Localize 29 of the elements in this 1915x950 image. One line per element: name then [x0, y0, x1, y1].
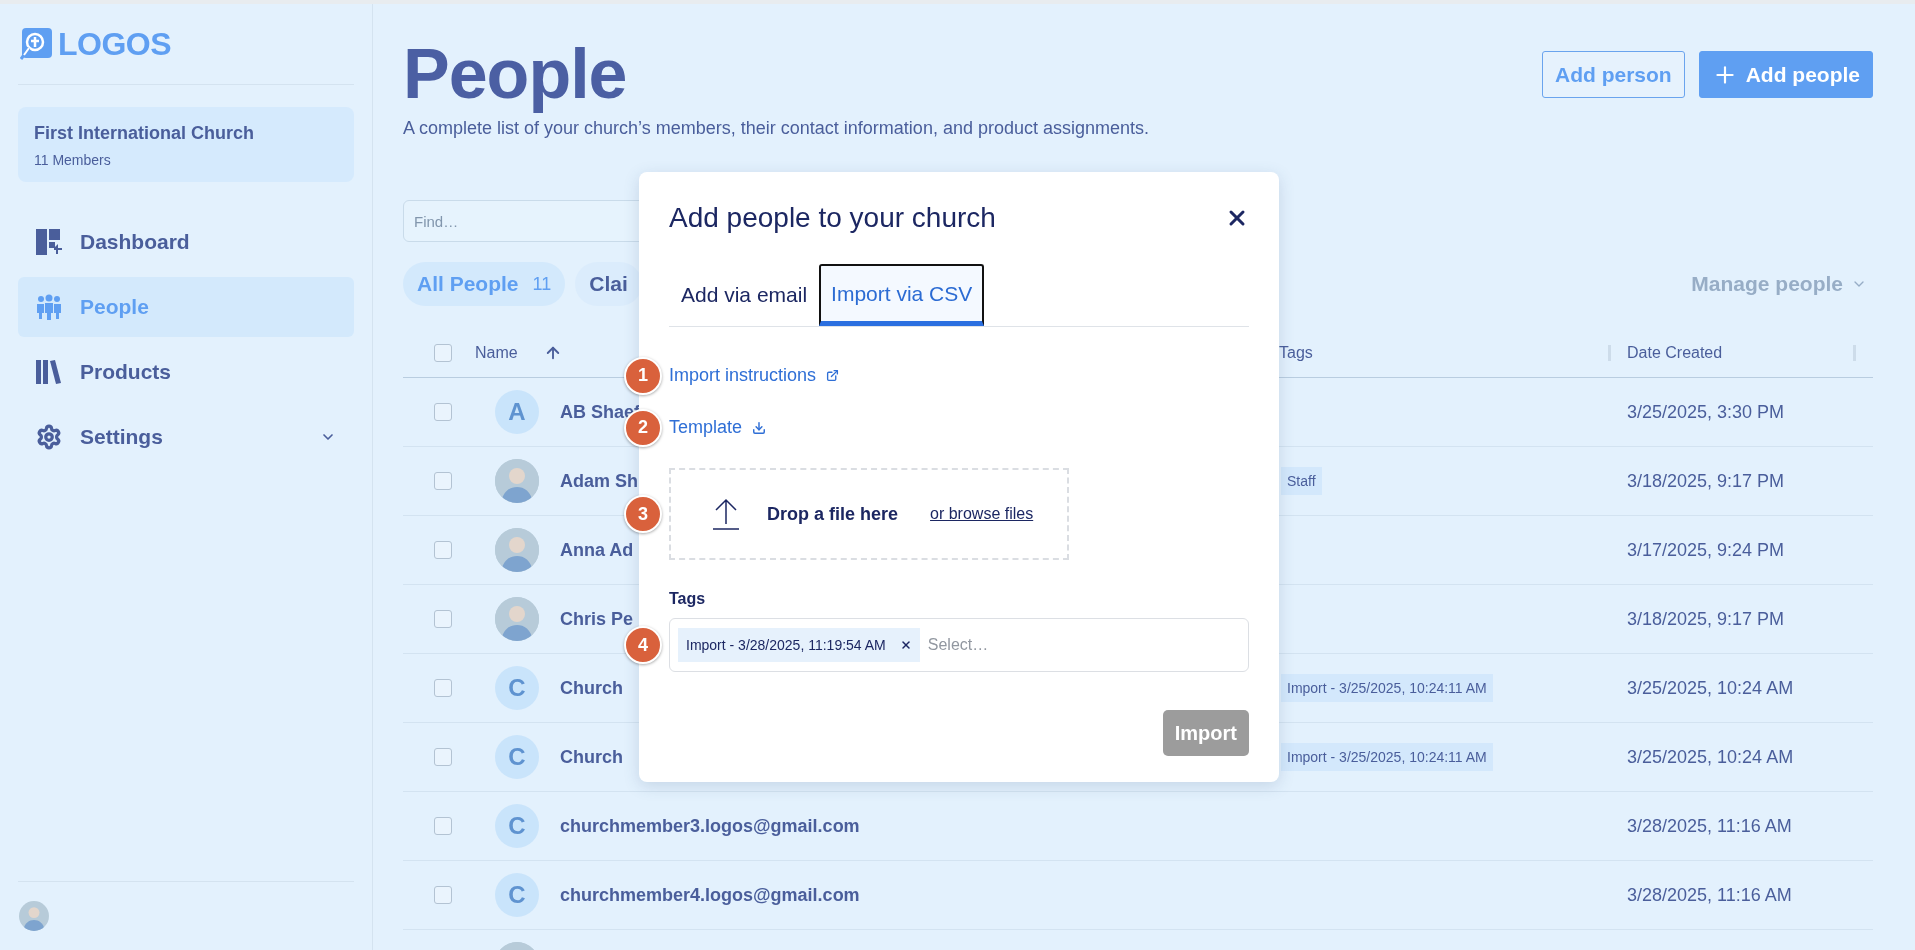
step-badge: 3 — [624, 495, 662, 533]
member-count: 11 Members — [34, 152, 112, 168]
step-badge: 1 — [624, 356, 662, 395]
date-created: 3/25/2025, 3:30 PM — [1627, 401, 1786, 423]
dialog-title: Add people to your church — [669, 202, 996, 234]
step-badge: 4 — [624, 626, 662, 664]
page-title: People — [403, 36, 628, 112]
date-created: 3/25/2025, 10:24 AM — [1627, 746, 1795, 768]
tag-chip: Import - 3/28/2025, 11:19:54 AM — [678, 628, 920, 662]
page-subtitle: A complete list of your church’s members, their contact information, and product assignments. — [403, 117, 1149, 140]
avatar: C — [495, 873, 539, 917]
dropzone-text: Drop a file here — [767, 503, 899, 525]
date-created: 3/28/2025, 11:16 AM — [1627, 884, 1793, 906]
date-created: 3/18/2025, 9:17 PM — [1627, 608, 1786, 630]
tags-label: Tags — [669, 590, 707, 608]
tag-chip: Import - 3/25/2025, 10:24:11 AM — [1281, 674, 1493, 702]
logo-text: LOGOS — [58, 25, 172, 63]
tag-chip: Staff — [1281, 467, 1322, 495]
date-created: 3/17/2025, 9:24 PM — [1627, 539, 1786, 561]
avatar: C — [495, 666, 539, 710]
date-created: 3/28/2025, 11:16 AM — [1627, 815, 1793, 837]
tag-chip: Import - 3/25/2025, 10:24:11 AM — [1281, 743, 1493, 771]
avatar: C — [495, 735, 539, 779]
date-created: 3/25/2025, 10:24 AM — [1627, 677, 1795, 699]
church-name: First International Church — [34, 123, 256, 144]
filter-count: 11 — [532, 273, 552, 295]
avatar: C — [495, 804, 539, 848]
avatar: A — [495, 390, 539, 434]
date-created: 3/18/2025, 9:17 PM — [1627, 470, 1786, 492]
